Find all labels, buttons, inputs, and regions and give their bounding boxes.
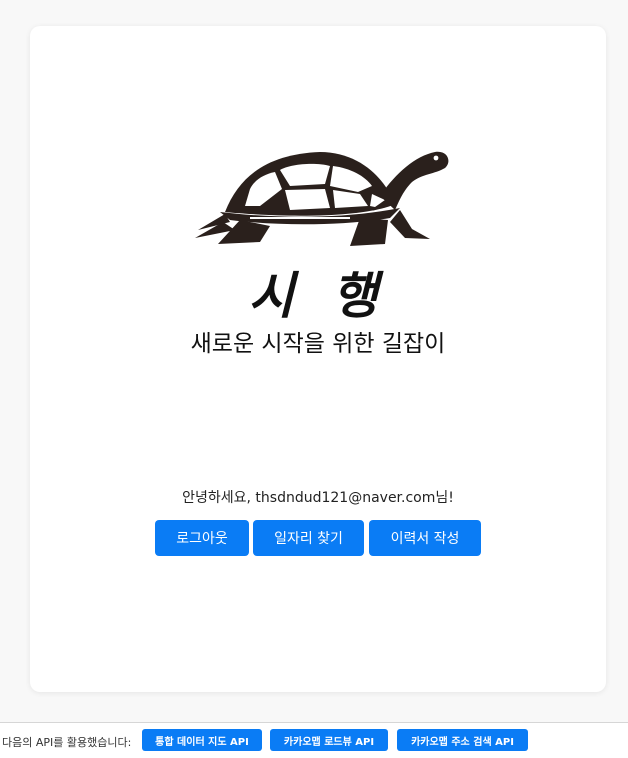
app-title: 시 행 (248, 266, 388, 325)
turtle-icon (195, 151, 449, 246)
main-card: 시 행 새로운 시작을 위한 길잡이 안녕하세요, thsdndud121@na… (30, 26, 606, 692)
api-button-data-map[interactable]: 통합 데이터 지도 API (142, 729, 262, 751)
find-jobs-button[interactable]: 일자리 찾기 (253, 520, 364, 556)
api-button-kakao-address-search[interactable]: 카카오맵 주소 검색 API (397, 729, 528, 751)
footer-label: 다음의 API를 활용했습니다: (2, 736, 132, 749)
logout-button[interactable]: 로그아웃 (155, 520, 249, 556)
greeting-text: 안녕하세요, thsdndud121@naver.com님! (182, 490, 454, 506)
api-footer: 다음의 API를 활용했습니다: 통합 데이터 지도 API 카카오맵 로드뷰 … (0, 722, 628, 758)
app-subtitle: 새로운 시작을 위한 길잡이 (190, 331, 446, 357)
api-button-kakao-roadview[interactable]: 카카오맵 로드뷰 API (270, 729, 388, 751)
write-resume-button[interactable]: 이력서 작성 (369, 520, 481, 556)
